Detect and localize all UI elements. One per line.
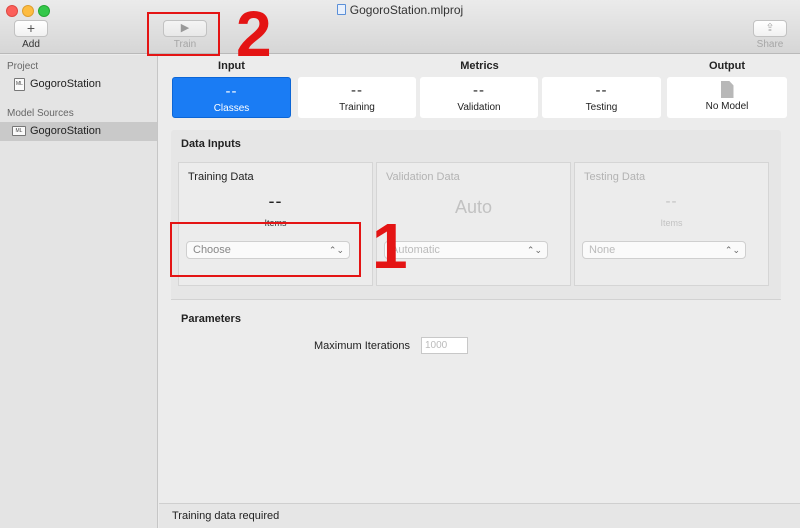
training-data-title: Training Data xyxy=(188,171,254,183)
annotation-box-train xyxy=(147,12,220,56)
chevron-updown-icon: ⌃⌄ xyxy=(724,245,740,255)
output-section-title: Output xyxy=(708,60,746,72)
share-button[interactable]: ⇪ xyxy=(753,20,787,37)
ml-file-icon: ML xyxy=(14,78,25,91)
classes-label: Classes xyxy=(213,103,250,114)
max-iterations-label: Maximum Iterations xyxy=(314,340,410,352)
plus-icon: + xyxy=(26,20,36,36)
status-text: Training data required xyxy=(172,510,280,522)
annotation-number-one: 1 xyxy=(372,210,408,282)
tab-output[interactable]: No Model xyxy=(667,77,787,118)
output-label: No Model xyxy=(705,101,749,112)
validation-data-title: Validation Data xyxy=(386,171,460,183)
chevron-updown-icon: ⌃⌄ xyxy=(526,245,542,255)
share-icon: ⇪ xyxy=(765,22,775,34)
ml-model-icon: ML xyxy=(12,126,26,136)
add-button[interactable]: + xyxy=(14,20,48,37)
validation-data-select: Automatic ⌃⌄ xyxy=(384,241,548,259)
status-bar: Training data required xyxy=(159,503,800,528)
testing-select-value: None xyxy=(589,244,616,256)
sidebar-item-label: GogoroStation xyxy=(30,78,101,90)
testing-data-title: Testing Data xyxy=(584,171,646,183)
project-header: Project xyxy=(7,61,39,72)
testing-data-select: None ⌃⌄ xyxy=(582,241,746,259)
input-section-title: Input xyxy=(218,60,245,72)
testing-label: Testing xyxy=(585,102,618,113)
testing-value: -- xyxy=(595,82,608,99)
tab-validation[interactable]: -- Validation xyxy=(420,77,538,118)
main-content: Input Metrics Output -- Classes -- Train… xyxy=(159,55,800,503)
validation-label: Validation xyxy=(457,102,501,113)
data-inputs-title: Data Inputs xyxy=(181,138,241,150)
tab-testing[interactable]: -- Testing xyxy=(542,77,661,118)
share-label: Share xyxy=(756,39,784,50)
training-label: Training xyxy=(339,102,375,113)
metrics-section-title: Metrics xyxy=(460,60,499,72)
max-iterations-input[interactable]: 1000 xyxy=(421,337,468,354)
sidebar: Project ML GogoroStation Model Sources M… xyxy=(0,55,158,528)
testing-data-count: -- xyxy=(665,193,678,210)
model-file-icon xyxy=(720,81,734,98)
training-data-count: -- xyxy=(268,191,283,211)
model-sources-header: Model Sources xyxy=(7,108,74,119)
validation-value: -- xyxy=(473,82,485,99)
window-title-text: GogoroStation.mlproj xyxy=(349,3,464,17)
annotation-number-two: 2 xyxy=(236,0,272,70)
tab-training[interactable]: -- Training xyxy=(298,77,416,118)
sidebar-item-project[interactable]: ML GogoroStation xyxy=(0,75,157,94)
annotation-box-training-select xyxy=(170,222,361,277)
window-title: GogoroStation.mlproj xyxy=(0,3,800,17)
testing-data-unit: Items xyxy=(660,218,683,228)
add-label: Add xyxy=(22,39,40,50)
document-icon xyxy=(336,4,346,15)
tab-classes[interactable]: -- Classes xyxy=(172,77,291,118)
section-divider xyxy=(171,299,781,300)
classes-value: -- xyxy=(225,83,238,100)
sidebar-item-model-source[interactable]: ML GogoroStation xyxy=(0,122,157,141)
sidebar-item-label: GogoroStation xyxy=(30,125,101,137)
parameters-title: Parameters xyxy=(181,313,241,325)
training-value: -- xyxy=(351,82,363,99)
window-toolbar: GogoroStation.mlproj + Add ▶ Train ⇪ Sha… xyxy=(0,0,800,54)
testing-data-box: Testing Data -- Items None ⌃⌄ xyxy=(574,162,769,286)
